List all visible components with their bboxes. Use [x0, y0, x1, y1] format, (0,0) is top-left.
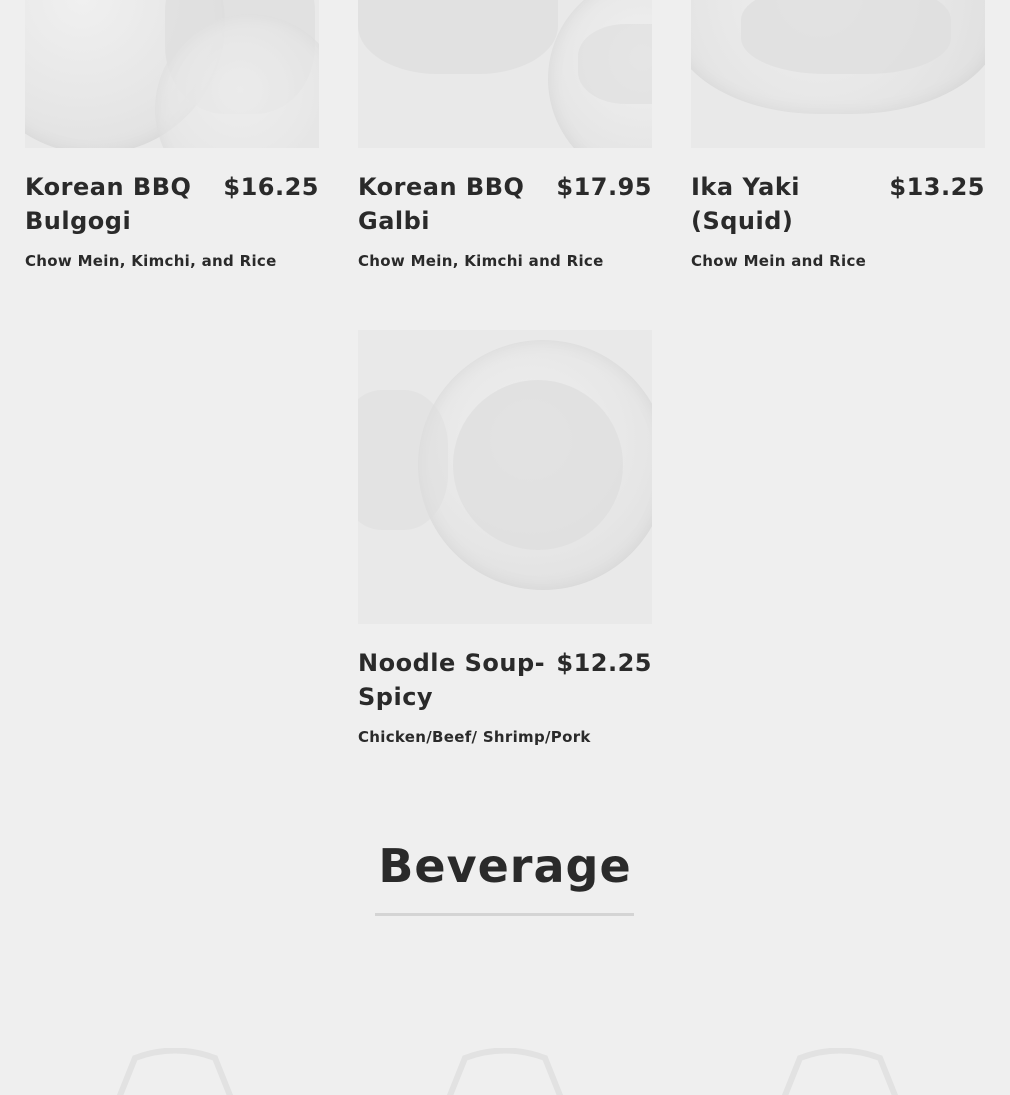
menu-item-name: Ika Yaki (Squid): [691, 173, 800, 235]
menu-item-photo[interactable]: [358, 330, 652, 624]
section-title-beverage: Beverage: [378, 839, 632, 893]
menu-item-price: $16.25: [223, 173, 319, 201]
menu-item-description: Chow Mein and Rice: [691, 252, 867, 270]
beverage-image[interactable]: [105, 1048, 245, 1095]
menu-item-price: $17.95: [556, 173, 652, 201]
menu-item-card[interactable]: Ika Yaki (Squid) $13.25 Chow Mein and Ri…: [691, 0, 985, 270]
menu-item-price: $13.25: [889, 173, 985, 201]
menu-item-price: $12.25: [556, 649, 652, 677]
menu-item-description: Chow Mein, Kimchi, and Rice: [25, 252, 277, 270]
menu-item-photo[interactable]: [691, 0, 985, 148]
menu-item-card[interactable]: Korean BBQ Galbi $17.95 Chow Mein, Kimch…: [358, 0, 652, 270]
menu-item-photo[interactable]: [25, 0, 319, 148]
beverage-image[interactable]: [770, 1048, 910, 1095]
menu-item-name: Korean BBQ Bulgogi: [25, 173, 192, 235]
menu-page: Korean BBQ Bulgogi $16.25 Chow Mein, Kim…: [0, 0, 1010, 1095]
menu-item-card[interactable]: Noodle Soup- Spicy $12.25 Chicken/Beef/ …: [358, 330, 652, 746]
menu-item-description: Chicken/Beef/ Shrimp/Pork: [358, 728, 591, 746]
menu-item-name: Noodle Soup- Spicy: [358, 649, 546, 711]
menu-item-photo[interactable]: [358, 0, 652, 148]
menu-item-card[interactable]: Korean BBQ Bulgogi $16.25 Chow Mein, Kim…: [25, 0, 319, 270]
menu-item-description: Chow Mein, Kimchi and Rice: [358, 252, 604, 270]
section-divider: [375, 913, 634, 916]
menu-item-name: Korean BBQ Galbi: [358, 173, 525, 235]
beverage-image[interactable]: [435, 1048, 575, 1095]
